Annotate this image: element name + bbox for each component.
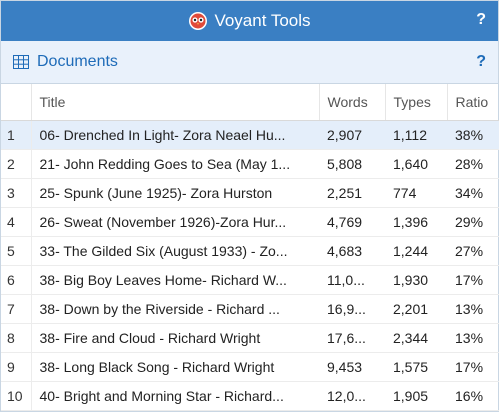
table-row[interactable]: 4 26- Sweat (November 1926)-Zora Hur... 4,… (1, 207, 499, 237)
ratio-cell: 13% (447, 294, 499, 324)
types-cell: 2,344 (385, 323, 447, 353)
table-row[interactable]: 8 38- Fire and Cloud - Richard Wright 17,6… (1, 323, 499, 353)
ratio-cell: 13% (447, 323, 499, 353)
row-number-cell: 7 (1, 294, 32, 324)
row-number-cell: 4 (1, 207, 32, 237)
ratio-cell: 29% (447, 207, 499, 237)
table-row[interactable]: 9 38- Long Black Song - Richard Wright 9,4… (1, 352, 499, 382)
words-cell: 12,0... (319, 381, 385, 411)
documents-panel-header: Documents ? (1, 41, 498, 84)
table-header-row: Title Words Types Ratio (1, 84, 499, 121)
words-cell: 2,251 (319, 178, 385, 208)
title-cell: 21- John Redding Goes to Sea (May 1... (31, 149, 319, 179)
row-number-cell: 2 (1, 149, 32, 179)
words-cell: 17,6... (319, 323, 385, 353)
types-cell: 1,930 (385, 265, 447, 295)
table-row[interactable]: 3 25- Spunk (June 1925)- Zora Hurston 2,25… (1, 178, 499, 208)
row-number-cell: 9 (1, 352, 32, 382)
types-cell: 1,905 (385, 381, 447, 411)
title-cell: 38- Fire and Cloud - Richard Wright (31, 323, 319, 353)
row-number-cell: 1 (1, 120, 32, 150)
title-cell: 38- Down by the Riverside - Richard ... (31, 294, 319, 324)
words-cell: 9,453 (319, 352, 385, 382)
title-cell: 40- Bright and Morning Star - Richard... (31, 381, 319, 411)
words-cell: 4,769 (319, 207, 385, 237)
column-header-title[interactable]: Title (31, 84, 320, 121)
words-cell: 4,683 (319, 236, 385, 266)
row-number-cell: 8 (1, 323, 32, 353)
ratio-cell: 27% (447, 236, 499, 266)
title-cell: 33- The Gilded Six (August 1933) - Zo... (31, 236, 319, 266)
column-header-types[interactable]: Types (385, 84, 448, 121)
title-cell: 26- Sweat (November 1926)-Zora Hur... (31, 207, 319, 237)
column-header-ratio[interactable]: Ratio (447, 84, 499, 121)
words-cell: 16,9... (319, 294, 385, 324)
row-number-cell: 10 (1, 381, 32, 411)
title-cell: 06- Drenched In Light- Zora Neael Hu... (31, 120, 319, 150)
words-cell: 2,907 (319, 120, 385, 150)
words-cell: 11,0... (319, 265, 385, 295)
types-cell: 2,201 (385, 294, 447, 324)
title-cell: 25- Spunk (June 1925)- Zora Hurston (31, 178, 319, 208)
types-cell: 1,244 (385, 236, 447, 266)
column-header-words[interactable]: Words (319, 84, 386, 121)
documents-table: Title Words Types Ratio 1 06- Drenched In… (1, 84, 499, 411)
rownumber-header (1, 84, 32, 121)
types-cell: 1,575 (385, 352, 447, 382)
app-title: Voyant Tools (214, 11, 311, 30)
types-cell: 1,396 (385, 207, 447, 237)
table-row[interactable]: 7 38- Down by the Riverside - Richard ...… (1, 294, 499, 324)
grid-icon (13, 55, 29, 69)
title-cell: 38- Big Boy Leaves Home- Richard W... (31, 265, 319, 295)
title-cell: 38- Long Black Song - Richard Wright (31, 352, 319, 382)
app-help-button[interactable]: ? (476, 11, 486, 29)
table-row[interactable]: 2 21- John Redding Goes to Sea (May 1... 5… (1, 149, 499, 179)
row-number-cell: 6 (1, 265, 32, 295)
table-row[interactable]: 1 06- Drenched In Light- Zora Neael Hu...… (1, 120, 499, 150)
types-cell: 1,640 (385, 149, 447, 179)
panel-help-button[interactable]: ? (476, 53, 486, 71)
types-cell: 774 (385, 178, 447, 208)
voyant-owl-icon (189, 12, 208, 30)
row-number-cell: 3 (1, 178, 32, 208)
types-cell: 1,112 (385, 120, 447, 150)
voyant-window: Voyant Tools ? Documents ? Title Words T… (0, 0, 499, 412)
ratio-cell: 17% (447, 265, 499, 295)
ratio-cell: 28% (447, 149, 499, 179)
row-number-cell: 5 (1, 236, 32, 266)
table-row[interactable]: 6 38- Big Boy Leaves Home- Richard W... 11… (1, 265, 499, 295)
ratio-cell: 38% (447, 120, 499, 150)
table-row[interactable]: 10 40- Bright and Morning Star - Richard.… (1, 381, 499, 411)
ratio-cell: 17% (447, 352, 499, 382)
ratio-cell: 16% (447, 381, 499, 411)
ratio-cell: 34% (447, 178, 499, 208)
table-row[interactable]: 5 33- The Gilded Six (August 1933) - Zo..… (1, 236, 499, 266)
app-titlebar: Voyant Tools ? (1, 1, 498, 41)
words-cell: 5,808 (319, 149, 385, 179)
panel-title: Documents (37, 53, 118, 70)
